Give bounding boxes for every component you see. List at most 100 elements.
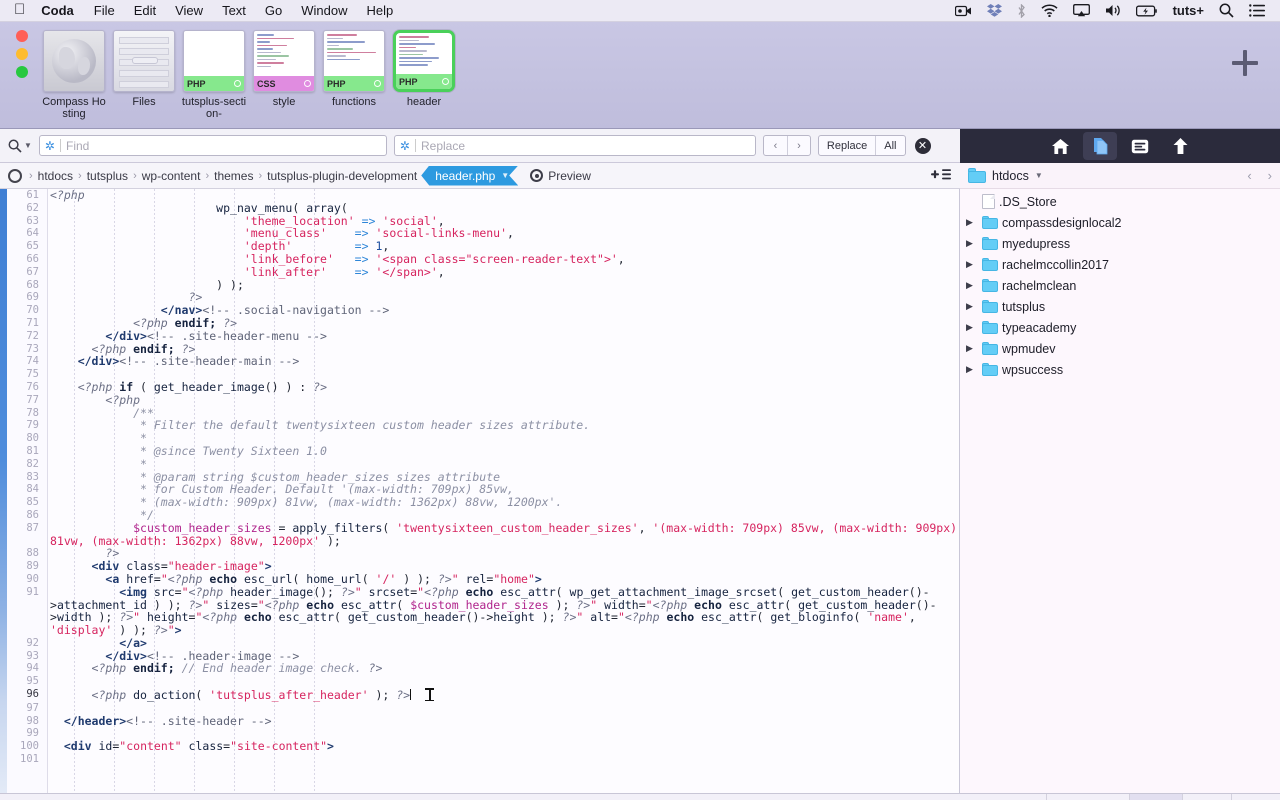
code-line-text[interactable]: <?php xyxy=(48,189,959,202)
file-tree-file-row[interactable]: .DS_Store xyxy=(960,191,1280,212)
disclosure-triangle-icon[interactable]: ▶ xyxy=(966,280,982,291)
code-line[interactable]: 74 </div><!-- .site-header-main --> xyxy=(0,355,959,368)
preview-toggle[interactable]: Preview xyxy=(530,169,591,183)
code-line-text[interactable]: * (max-width: 909px) 81vw, (max-width: 1… xyxy=(48,496,959,509)
search-scope-button[interactable]: ▼ xyxy=(8,139,32,153)
tab-compass-hosting[interactable]: Compass Hosting xyxy=(39,30,109,120)
code-line[interactable]: 61 <?php xyxy=(0,189,959,202)
find-next-button[interactable]: › xyxy=(786,136,810,155)
disclosure-triangle-icon[interactable]: ▶ xyxy=(966,343,982,354)
disclosure-triangle-icon[interactable]: ▶ xyxy=(966,364,982,375)
file-tree-folder-row[interactable]: ▶ myedupress xyxy=(960,233,1280,254)
file-tree-folder-row[interactable]: ▶ wpmudev xyxy=(960,338,1280,359)
file-tree-folder-row[interactable]: ▶ tutsplus xyxy=(960,296,1280,317)
breadcrumb-segment-theme-folder[interactable]: tutsplus-plugin-development xyxy=(267,169,417,183)
control-center-icon[interactable] xyxy=(1249,4,1265,17)
tab-header[interactable]: PHP header xyxy=(389,30,459,108)
code-line-text[interactable]: <?php endif; // End header image check. … xyxy=(48,662,959,675)
code-line[interactable]: 96 <?php do_action( 'tutsplus_after_head… xyxy=(0,688,959,702)
sidebar-forward-button[interactable]: › xyxy=(1268,168,1272,183)
apple-logo-icon[interactable]:  xyxy=(14,2,25,17)
code-line[interactable]: 87 $custom_header_sizes = apply_filters(… xyxy=(0,521,959,548)
breadcrumb-segment-htdocs[interactable]: htdocs xyxy=(38,169,73,183)
sidebar-path-header[interactable]: htdocs ▼ ‹ › xyxy=(960,163,1280,189)
breadcrumb-active-file[interactable]: header.php ▼ xyxy=(421,166,518,186)
wifi-icon[interactable] xyxy=(1041,4,1058,17)
code-line-text[interactable]: <img src="<?php header_image(); ?>" srcs… xyxy=(48,585,959,637)
menu-item-edit[interactable]: Edit xyxy=(134,3,156,18)
code-line-text[interactable]: wp_nav_menu( array( xyxy=(48,201,959,215)
tab-files[interactable]: Files xyxy=(109,30,179,108)
menubar-user-label[interactable]: tuts+ xyxy=(1173,3,1204,18)
code-line[interactable]: 67 'link_after' => '</span>', xyxy=(0,265,959,279)
publish-upload-icon[interactable] xyxy=(1163,132,1197,160)
code-line-text[interactable]: <div id="content" class="site-content"> xyxy=(48,740,959,753)
disclosure-triangle-icon[interactable]: ▶ xyxy=(966,259,982,270)
replace-button[interactable]: Replace xyxy=(819,136,875,155)
maximize-window-button[interactable] xyxy=(16,66,28,78)
new-tab-button[interactable] xyxy=(1232,50,1258,76)
disclosure-triangle-icon[interactable]: ▶ xyxy=(966,238,982,249)
code-line-text[interactable]: <?php xyxy=(48,393,959,407)
disclosure-triangle-icon[interactable]: ▶ xyxy=(966,217,982,228)
terminal-icon[interactable] xyxy=(1123,132,1157,160)
tab-functions[interactable]: PHP functions xyxy=(319,30,389,108)
file-tree-folder-row[interactable]: ▶ rachelmccollin2017 xyxy=(960,254,1280,275)
file-tree-folder-row[interactable]: ▶ typeacademy xyxy=(960,317,1280,338)
regex-star-icon[interactable]: ✲ xyxy=(45,140,55,152)
tab-tutsplus-section[interactable]: PHP tutsplus-section- xyxy=(179,30,249,120)
code-line[interactable]: 98 </header><!-- .site-header --> xyxy=(0,714,959,728)
code-line-text[interactable]: * @since Twenty Sixteen 1.0 xyxy=(48,445,959,458)
airplay-icon[interactable] xyxy=(1072,4,1090,17)
disclosure-triangle-icon[interactable]: ▶ xyxy=(966,322,982,333)
menu-item-help[interactable]: Help xyxy=(367,3,394,18)
code-line[interactable]: 101 xyxy=(0,753,959,766)
bluetooth-icon[interactable] xyxy=(1017,3,1026,18)
breadcrumb-segment-themes[interactable]: themes xyxy=(214,169,253,183)
breadcrumb-segment-wp-content[interactable]: wp-content xyxy=(142,169,201,183)
find-previous-button[interactable]: ‹ xyxy=(764,136,787,155)
battery-icon[interactable] xyxy=(1135,5,1158,17)
sidebar-back-button[interactable]: ‹ xyxy=(1247,168,1251,183)
tab-style[interactable]: CSS style xyxy=(249,30,319,108)
code-line[interactable]: 66 'link_before' => '<span class="screen… xyxy=(0,253,959,266)
home-icon[interactable] xyxy=(1043,132,1077,160)
dropbox-icon[interactable] xyxy=(986,4,1002,17)
code-line-text[interactable]: 'link_after' => '</span>', xyxy=(48,265,959,279)
code-line[interactable]: 62 wp_nav_menu( array( xyxy=(0,201,959,215)
browser-preview-button[interactable] xyxy=(1183,794,1231,800)
menu-item-go[interactable]: Go xyxy=(265,3,282,18)
regex-star-icon[interactable]: ✲ xyxy=(400,140,410,152)
code-line[interactable]: 100 <div id="content" class="site-conten… xyxy=(0,740,959,753)
file-tree-folder-row[interactable]: ▶ rachelmclean xyxy=(960,275,1280,296)
code-line-text[interactable]: 'link_before' => '<span class="screen-re… xyxy=(48,253,959,266)
code-content[interactable]: 61 <?php 62 wp_nav_menu( array(63 'theme_l… xyxy=(0,189,959,793)
search-icon[interactable] xyxy=(1219,3,1234,18)
replace-input[interactable] xyxy=(420,138,750,153)
close-find-bar-icon[interactable]: ✕ xyxy=(914,137,931,154)
minimize-window-button[interactable] xyxy=(16,48,28,60)
disclosure-triangle-icon[interactable]: ▶ xyxy=(966,301,982,312)
code-line[interactable]: 91 <img src="<?php header_image(); ?>" s… xyxy=(0,585,959,637)
code-line-text[interactable]: </div><!-- .site-header-main --> xyxy=(48,355,959,368)
close-window-button[interactable] xyxy=(16,30,28,42)
chevron-down-icon[interactable]: ▼ xyxy=(1035,171,1043,180)
menu-item-window[interactable]: Window xyxy=(301,3,347,18)
code-line-text[interactable]: </header><!-- .site-header --> xyxy=(48,714,959,728)
menu-item-coda[interactable]: Coda xyxy=(41,3,74,18)
code-line-text[interactable]: * Filter the default twentysixteen custo… xyxy=(48,419,959,432)
code-editor[interactable]: 61 <?php 62 wp_nav_menu( array(63 'theme_l… xyxy=(0,189,960,793)
code-line[interactable]: 76 <?php if ( get_header_image() ) : ?> xyxy=(0,381,959,394)
code-line[interactable]: 95 xyxy=(0,675,959,688)
screen-record-icon[interactable] xyxy=(954,5,972,17)
files-icon[interactable] xyxy=(1083,132,1117,160)
file-tree-folder-row[interactable]: ▶ compassdesignlocal2 xyxy=(960,212,1280,233)
code-line[interactable]: 94 <?php endif; // End header image chec… xyxy=(0,662,959,675)
menu-item-file[interactable]: File xyxy=(94,3,115,18)
code-line-text[interactable]: <?php do_action( 'tutsplus_after_header'… xyxy=(48,688,959,702)
volume-icon[interactable] xyxy=(1105,4,1121,17)
replace-field-wrapper[interactable]: ✲ xyxy=(393,135,756,156)
code-line-text[interactable] xyxy=(48,753,959,766)
file-tree-folder-row[interactable]: ▶ wpsuccess xyxy=(960,359,1280,380)
breadcrumb-segment-tutsplus[interactable]: tutsplus xyxy=(87,169,128,183)
